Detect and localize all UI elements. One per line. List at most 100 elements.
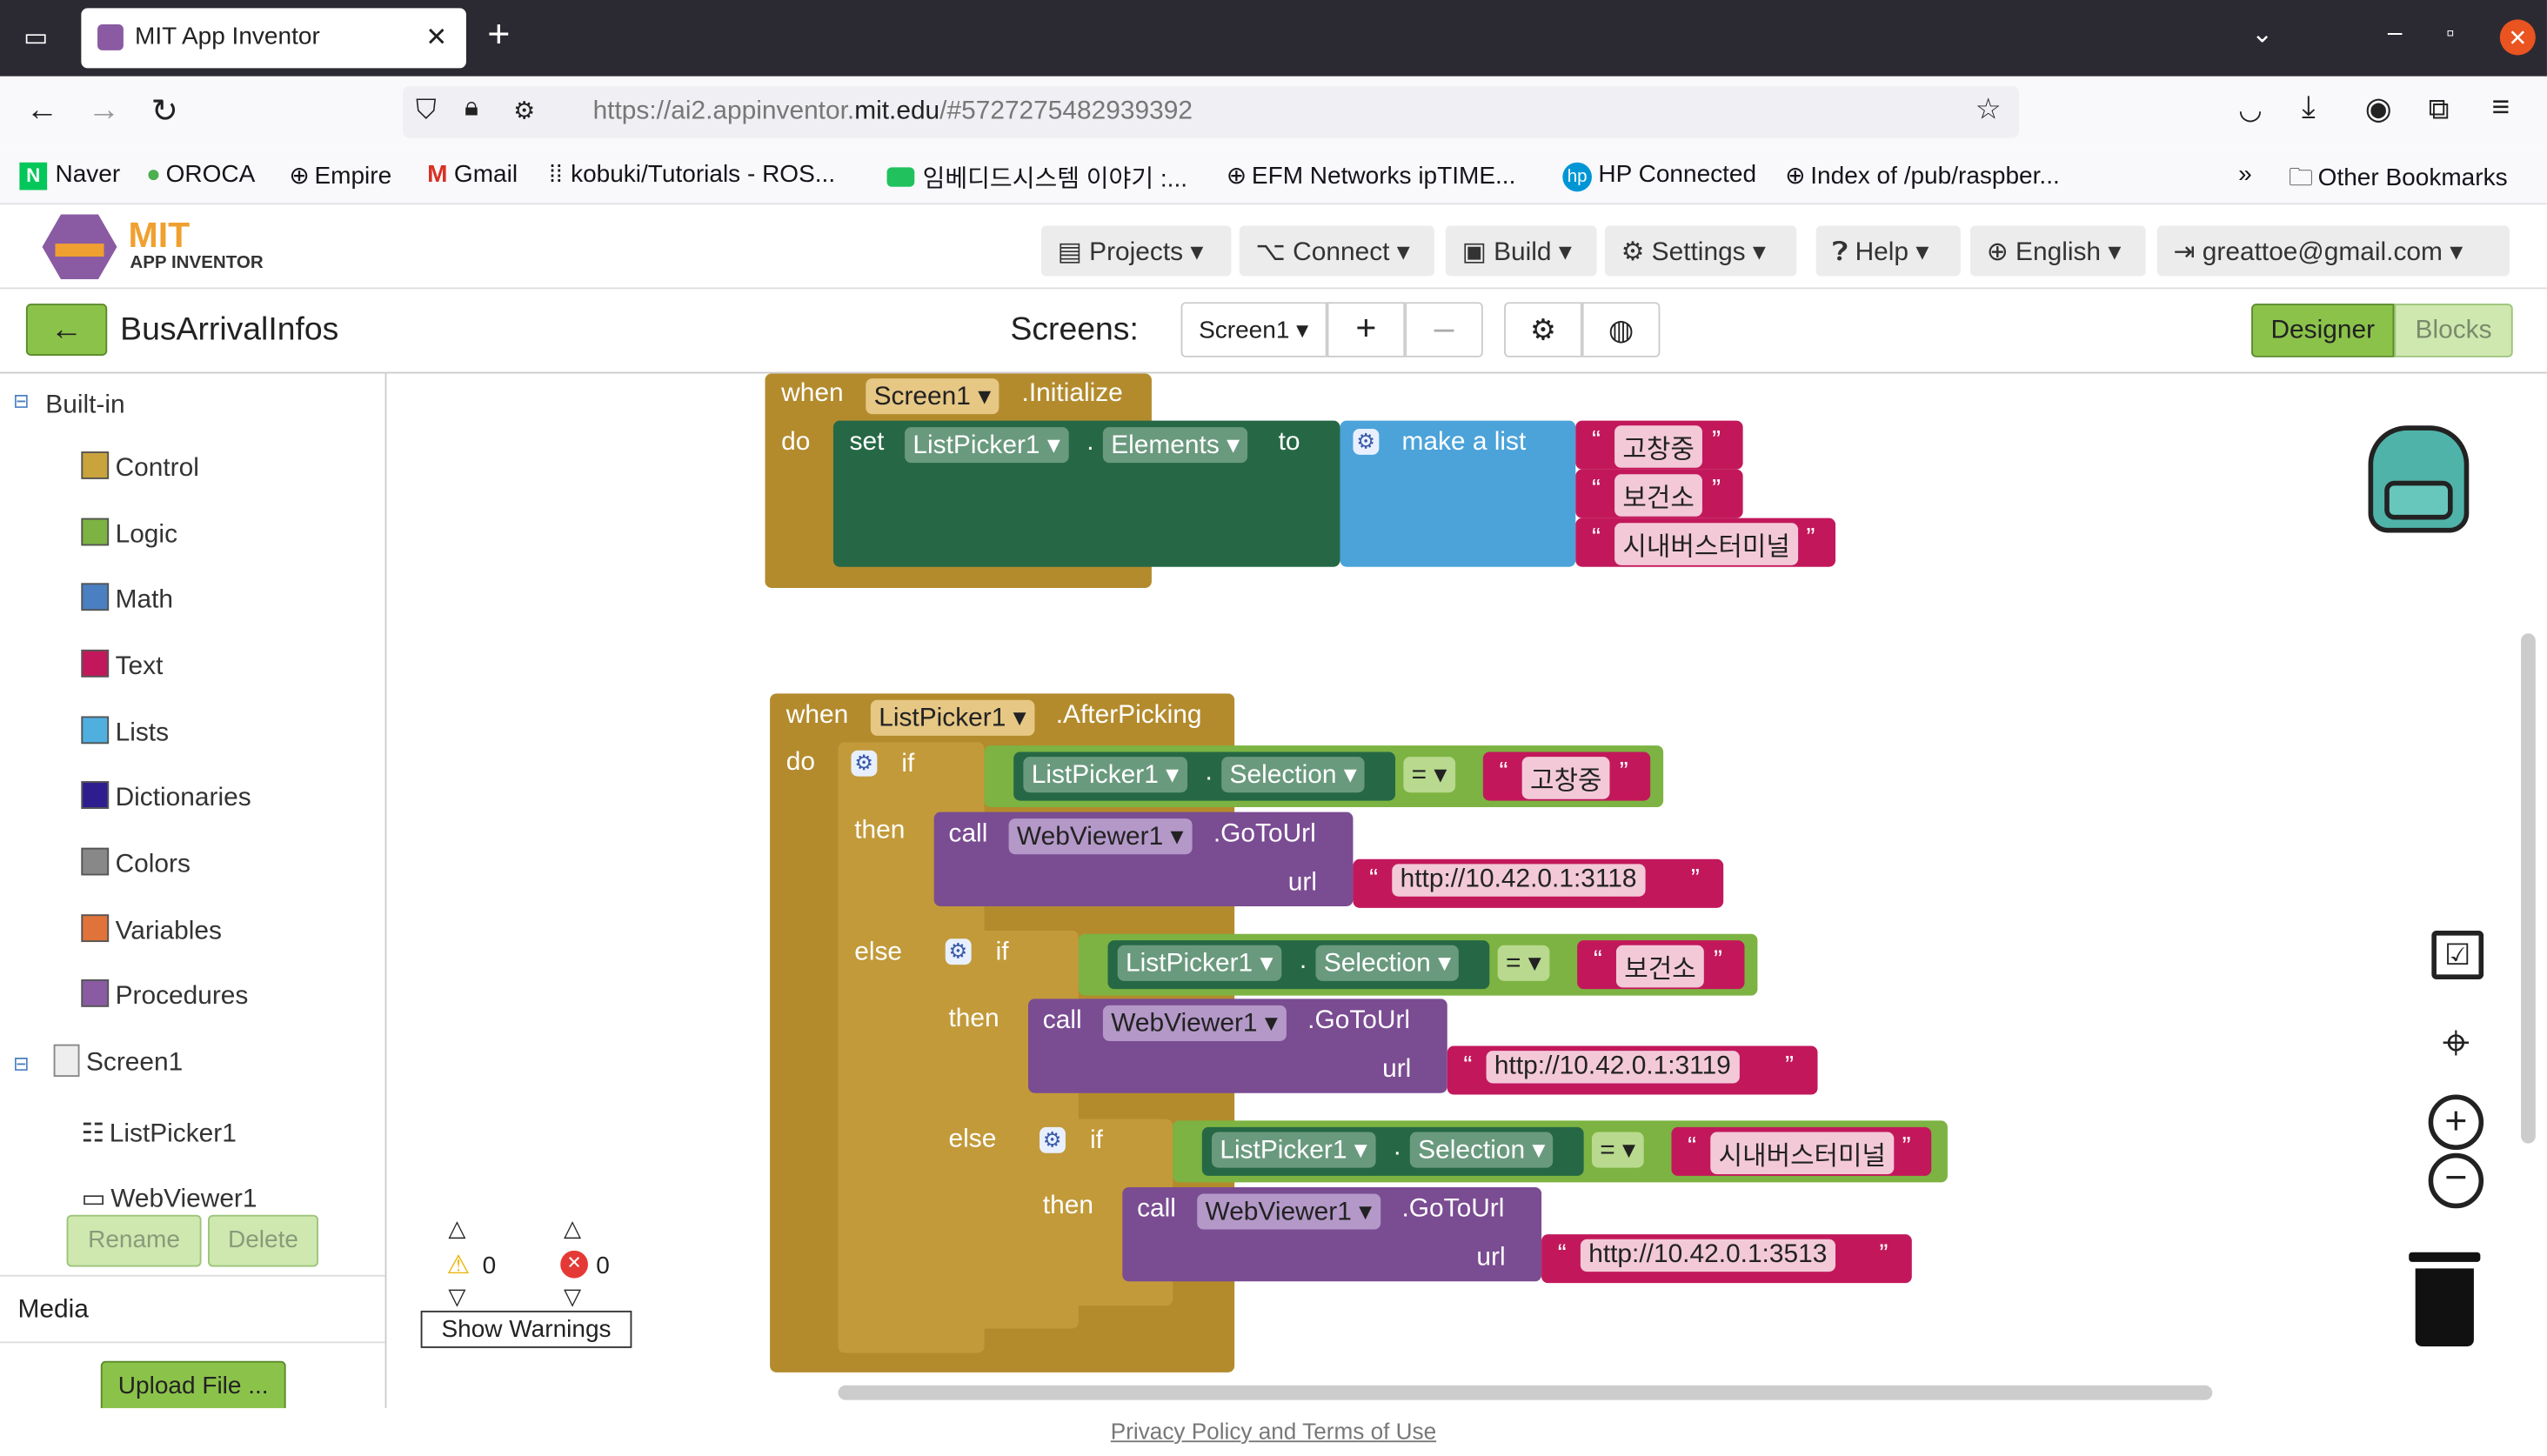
url-text[interactable]: https://ai2.appinventor.mit.edu/#5727275… [593,97,1193,127]
settings-menu[interactable]: ⚙ Settings ▾ [1604,225,1797,277]
text-value[interactable]: 고창중 [1521,757,1610,799]
warnings-prev-arrow-icon[interactable]: △ [448,1215,465,1243]
text-block[interactable]: “ 고창중 ” [1482,751,1651,801]
account-icon[interactable]: ◉ [2365,91,2392,129]
webviewer1-dropdown[interactable]: WebViewer1 ▾ [1197,1193,1380,1230]
rename-button[interactable]: Rename [66,1214,202,1267]
window-close-icon[interactable]: ✕ [2499,19,2536,56]
screen1-dropdown[interactable]: Screen1 ▾ [866,378,999,415]
call-gotourl-block[interactable]: call WebViewer1 ▾ .GoToUrl url [933,811,1354,906]
text-value[interactable]: http://10.42.0.1:3513 [1580,1239,1835,1272]
projects-menu[interactable]: ▤ Projects ▾ [1040,225,1232,277]
build-menu[interactable]: ▣ Build ▾ [1445,225,1597,277]
category-variables[interactable]: Variables [81,914,222,946]
forward-icon[interactable]: → [88,92,120,130]
delete-button[interactable]: Delete [208,1214,318,1267]
help-menu[interactable]: ❓︎ Help ▾ [1815,225,1961,277]
equals-dropdown[interactable]: = ▾ [1403,757,1455,793]
category-text[interactable]: Text [81,649,163,682]
category-lists[interactable]: Lists [81,716,169,748]
compare-block[interactable]: ListPicker1 ▾ . Selection ▾ = ▾ “ 고창중 ” [984,745,1664,808]
tab-overflow-icon[interactable]: ⌄ [2251,18,2273,50]
add-screen-button[interactable]: + [1327,302,1406,357]
vertical-scrollbar[interactable] [2521,633,2536,1144]
equals-dropdown[interactable]: = ▾ [1591,1132,1644,1168]
listpicker1-dropdown[interactable]: ListPicker1 ▾ [1212,1132,1376,1168]
compare-block[interactable]: ListPicker1 ▾ . Selection ▾ = ▾ “ 시내버스터미… [1173,1120,1948,1183]
trash-icon[interactable] [2409,1246,2481,1350]
maximize-icon[interactable]: ▫ [2446,19,2454,45]
bookmark-star-icon[interactable]: ☆ [1975,92,2002,126]
minimize-icon[interactable]: – [2388,19,2403,49]
listpicker1-dropdown[interactable]: ListPicker1 ▾ [870,699,1034,736]
pocket-icon[interactable]: ◡ [2238,94,2263,126]
designer-button[interactable]: Designer [2251,304,2395,357]
text-value[interactable]: 보건소 [1614,474,1703,517]
bookmark-kobuki[interactable]: ⁞⁞ kobuki/Tutorials - ROS... [549,161,835,189]
text-value[interactable]: 시내버스터미널 [1614,523,1799,565]
set-elements-block[interactable]: set ListPicker1 ▾ . Elements ▾ to [832,420,1340,567]
mit-logo[interactable]: MIT APP INVENTOR [42,211,270,283]
checklist-icon[interactable]: ☑ [2431,930,2484,979]
mutator-gear-icon[interactable]: ⚙ [945,938,972,965]
screen-select[interactable]: Screen1 ▾ [1180,302,1327,357]
blocks-button[interactable]: Blocks [2394,304,2513,357]
extensions-icon[interactable]: ⧉ [2429,92,2450,126]
call-gotourl-block[interactable]: call WebViewer1 ▾ .GoToUrl url [1122,1186,1542,1282]
errors-next-arrow-icon[interactable]: ▽ [564,1283,581,1311]
text-block[interactable]: “ 시내버스터미널 ” [1575,518,1836,567]
category-procedures[interactable]: Procedures [81,978,248,1012]
screen-collapse-icon[interactable]: ⊟ [13,1052,30,1075]
elements-dropdown[interactable]: Elements ▾ [1102,427,1248,464]
tree-screen1[interactable]: Screen1 [53,1044,183,1079]
category-dictionaries[interactable]: Dictionaries [81,781,251,813]
new-tab-icon[interactable]: + [487,13,510,58]
text-block[interactable]: “ 고창중 ” [1575,420,1743,470]
tree-listpicker1[interactable]: ☷ ListPicker1 [81,1118,237,1150]
connect-menu[interactable]: ⌥ Connect ▾ [1239,225,1434,277]
mutator-gear-icon[interactable]: ⚙ [1040,1126,1066,1153]
shield-icon[interactable]: ⛉ [416,94,437,126]
blocks-workspace[interactable]: when Screen1 ▾ .Initialize do set ListPi… [388,373,2547,1408]
account-menu[interactable]: ⇥ greattoe@gmail.com ▾ [2156,225,2510,277]
other-bookmarks[interactable]: 🗀 Other Bookmarks [2289,161,2508,202]
webviewer1-dropdown[interactable]: WebViewer1 ▾ [1102,1005,1287,1041]
listpicker1-dropdown[interactable]: ListPicker1 ▾ [1117,945,1281,981]
text-block[interactable]: “ 시내버스터미널 ” [1671,1126,1932,1176]
app-menu-icon[interactable]: ≡ [2491,91,2510,127]
equals-dropdown[interactable]: = ▾ [1497,945,1550,981]
text-block[interactable]: “ http://10.42.0.1:3513 ” [1541,1234,1912,1284]
globe-button[interactable]: ◍ [1581,302,1661,357]
downloads-icon[interactable]: ⤓ [2302,91,2316,127]
category-math[interactable]: Math [81,583,173,615]
bookmark-efm[interactable]: ⊕ EFM Networks ipTIME... [1227,161,1516,190]
privacy-policy-link[interactable]: Privacy Policy and Terms of Use [1111,1418,1436,1444]
lock-icon[interactable]: 🔒︎ [465,94,478,124]
bookmark-embedded[interactable]: 임베디드시스템 이야기 :... [886,161,1187,195]
text-value[interactable]: 시내버스터미널 [1710,1132,1895,1175]
webviewer1-dropdown[interactable]: WebViewer1 ▾ [1008,818,1192,855]
warnings-next-arrow-icon[interactable]: ▽ [448,1283,465,1311]
text-value[interactable]: http://10.42.0.1:3119 [1486,1051,1740,1084]
back-icon[interactable]: ← [26,92,58,130]
listpicker-selection-getter[interactable]: ListPicker1 ▾ . Selection ▾ [1107,940,1490,990]
call-gotourl-block[interactable]: call WebViewer1 ▾ .GoToUrl url [1028,998,1447,1093]
bookmark-index[interactable]: ⊕ Index of /pub/raspber... [1785,161,2060,190]
mutator-gear-icon[interactable]: ⚙ [1353,428,1379,455]
make-a-list-block[interactable]: ⚙ make a list [1340,420,1576,567]
zoom-in-icon[interactable]: + [2428,1094,2484,1151]
bookmarks-overflow-icon[interactable]: » [2238,161,2252,189]
mutator-gear-icon[interactable]: ⚙ [851,750,877,777]
builtin-label[interactable]: Built-in [45,391,124,421]
text-block[interactable]: “ http://10.42.0.1:3118 ” [1353,858,1724,908]
category-colors[interactable]: Colors [81,847,191,880]
text-value[interactable]: http://10.42.0.1:3118 [1392,864,1645,897]
text-value[interactable]: 보건소 [1615,945,1705,988]
upload-file-button[interactable]: Upload File ... [100,1360,286,1408]
tab-list-icon[interactable]: ▭ [18,21,54,53]
listpicker1-dropdown[interactable]: ListPicker1 ▾ [1023,757,1187,793]
listpicker1-dropdown[interactable]: ListPicker1 ▾ [905,427,1069,464]
browser-tab[interactable]: MIT App Inventor ✕ [81,8,466,69]
tab-close-icon[interactable]: ✕ [425,21,447,53]
bookmark-hp[interactable]: hp HP Connected [1562,161,1756,192]
